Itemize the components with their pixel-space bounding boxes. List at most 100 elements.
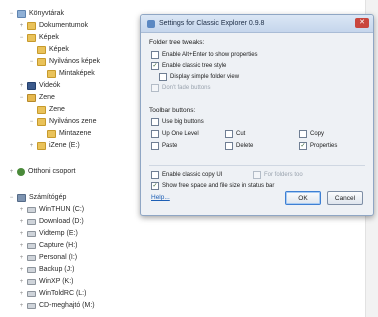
toolbar-option-checkbox-label: Delete [236, 143, 254, 149]
help-link[interactable]: Help... [151, 194, 170, 201]
folder-option-checkbox[interactable]: Enable Alt+Enter to show properties [151, 51, 258, 59]
tree-item[interactable]: + Otthoni csoport [8, 166, 75, 177]
copy-ui-checkbox[interactable]: Enable classic copy UI [151, 171, 222, 179]
expand-icon[interactable]: + [18, 82, 25, 89]
toolbar-option-checkbox[interactable]: Up One Level [151, 130, 199, 138]
tree-item[interactable]: + Download (D:) [18, 216, 84, 227]
checkbox-box[interactable] [151, 130, 159, 138]
folder-option-checkbox[interactable]: ✓ Enable classic tree style [151, 62, 226, 70]
expand-icon[interactable]: + [18, 206, 25, 213]
checkbox-box[interactable]: ✓ [151, 62, 159, 70]
toolbar-option-checkbox[interactable]: Cut [225, 130, 245, 138]
tree-item-label: Mintaképek [59, 70, 95, 77]
folder-option-checkbox[interactable]: Don't fade buttons [151, 84, 211, 92]
checkbox-box[interactable] [225, 142, 233, 150]
tree-item-label: Dokumentumok [39, 22, 89, 29]
checkbox-box[interactable]: ✓ [299, 142, 307, 150]
checkbox-box[interactable] [151, 84, 159, 92]
expand-icon[interactable]: + [28, 142, 35, 149]
tree-item-label: Mintazene [59, 130, 92, 137]
tree-item[interactable]: − Képek [18, 32, 59, 43]
expand-icon[interactable]: + [18, 230, 25, 237]
tree-item[interactable]: + Capture (H:) [18, 240, 78, 251]
checkbox-box[interactable] [225, 130, 233, 138]
toolbar-option-checkbox[interactable]: Use big buttons [151, 118, 204, 126]
collapse-icon[interactable]: − [18, 94, 25, 101]
toolbar-option-checkbox[interactable]: Paste [151, 142, 177, 150]
checkbox-box[interactable]: ✓ [151, 182, 159, 190]
collapse-icon[interactable]: − [18, 34, 25, 41]
toolbar-option-checkbox[interactable]: ✓ Properties [299, 142, 337, 150]
tree-item[interactable]: + Dokumentumok [18, 20, 88, 31]
expand-icon[interactable]: + [18, 278, 25, 285]
expand-icon[interactable]: + [18, 218, 25, 225]
tree-item[interactable]: + Backup (J:) [18, 264, 75, 275]
checkbox-box[interactable] [151, 51, 159, 59]
collapse-icon[interactable]: − [8, 194, 15, 201]
tree-item-label: Vidtemp (E:) [39, 230, 78, 237]
tree-item[interactable]: − Nyilvános képek [28, 56, 100, 67]
toolbar-option-checkbox[interactable]: Delete [225, 142, 253, 150]
expand-icon[interactable]: + [18, 22, 25, 29]
checkbox-box[interactable] [253, 171, 261, 179]
tree-item[interactable]: + Personal (I:) [18, 252, 77, 263]
collapse-icon[interactable]: − [8, 10, 15, 17]
folder-option-checkbox[interactable]: Display simple folder view [159, 73, 239, 81]
collapse-icon[interactable]: − [28, 58, 35, 65]
expand-icon[interactable]: + [18, 266, 25, 273]
tree-item[interactable]: + Videók [18, 80, 60, 91]
tree-item[interactable]: − Zene [18, 92, 55, 103]
tree-item[interactable]: Zene [28, 104, 65, 115]
tree-item[interactable]: + WinToldRC (L:) [18, 288, 87, 299]
tree-item[interactable]: + WinTHUN (C:) [18, 204, 84, 215]
checkbox-box[interactable] [151, 171, 159, 179]
close-icon[interactable]: ✕ [355, 18, 369, 28]
tree-item[interactable]: Mintazene [38, 128, 91, 139]
ok-button[interactable]: OK [285, 191, 321, 205]
free-space-checkbox[interactable]: ✓ Show free space and file size in statu… [151, 182, 274, 190]
tree-item[interactable]: + CD-meghajtó (M:) [18, 300, 95, 311]
folder-icon [27, 33, 36, 42]
folder-icon [37, 45, 46, 54]
collapse-icon[interactable]: − [28, 118, 35, 125]
tree-item[interactable]: Mintaképek [38, 68, 95, 79]
tree-item[interactable]: + Vidtemp (E:) [18, 228, 78, 239]
drive-icon [27, 266, 36, 273]
checkbox-box[interactable] [151, 118, 159, 126]
tree-item[interactable]: − Számítógép [8, 192, 66, 203]
tree-item-label: Videók [39, 82, 61, 89]
tree-item-label: Download (D:) [39, 218, 84, 225]
pc-icon [17, 193, 26, 202]
checkbox-box[interactable] [299, 130, 307, 138]
cancel-button[interactable]: Cancel [327, 191, 363, 205]
expand-icon[interactable]: + [8, 168, 15, 175]
tree-item-label: Backup (J:) [39, 266, 75, 273]
tree-item[interactable]: − Könyvtárak [8, 8, 64, 19]
drive-icon [27, 278, 36, 285]
folders-too-checkbox[interactable]: For folders too [253, 171, 303, 179]
tree-item-label: Képek [39, 34, 59, 41]
tree-item-label: WinXP (K:) [39, 278, 74, 285]
expand-icon[interactable]: + [18, 242, 25, 249]
expand-icon[interactable]: + [18, 290, 25, 297]
tree-item[interactable]: + iZene (E:) [28, 140, 80, 151]
tree-item-label: CD-meghajtó (M:) [39, 302, 95, 309]
tree-item-label: Könyvtárak [29, 10, 65, 17]
expand-icon[interactable]: + [18, 302, 25, 309]
net-icon [17, 167, 25, 176]
expand-icon[interactable]: + [18, 254, 25, 261]
checkbox-box[interactable] [151, 142, 159, 150]
tree-item[interactable]: − Nyilvános zene [28, 116, 96, 127]
tree-item[interactable]: Képek [28, 44, 69, 55]
toolbar-option-checkbox-label: Use big buttons [162, 119, 204, 125]
checkbox-box[interactable] [159, 73, 167, 81]
copy-ui-label: Enable classic copy UI [162, 172, 223, 178]
tree-item[interactable]: + WinXP (K:) [18, 276, 74, 287]
toolbar-option-checkbox[interactable]: Copy [299, 130, 324, 138]
drive-icon [27, 230, 36, 237]
folder-icon [47, 129, 56, 138]
tree-item-label: Számítógép [29, 194, 67, 201]
folder-icon [47, 69, 56, 78]
